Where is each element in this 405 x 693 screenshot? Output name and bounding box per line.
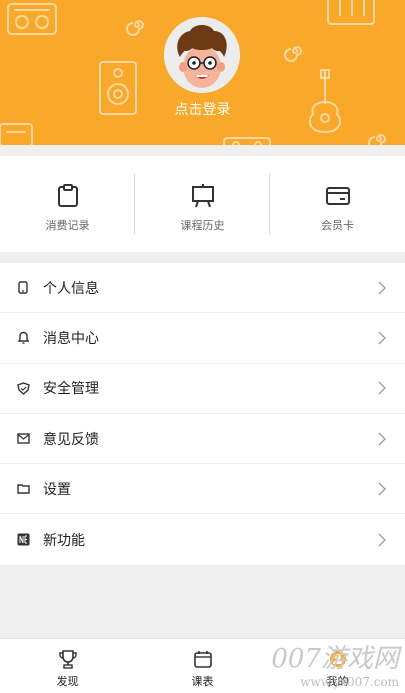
- login-prompt[interactable]: 点击登录: [0, 99, 405, 119]
- device-decoration-icon: [223, 137, 271, 145]
- calendar-icon: [193, 651, 212, 668]
- chevron-right-icon: [378, 482, 386, 496]
- watermark: 007游戏网 www.yx007.com: [271, 638, 399, 689]
- swirl-decoration-icon: [368, 134, 386, 145]
- keyboard-decoration-icon: [327, 0, 375, 25]
- tab-schedule[interactable]: 课表: [135, 639, 270, 693]
- menu-item-label: 设置: [43, 481, 71, 498]
- watermark-url: www.yx007.com: [300, 675, 399, 689]
- settings-menu: 个人信息 消息中心 安全管理 意见反馈 设置 新功能: [0, 263, 405, 565]
- quick-action-label: 会员卡: [321, 219, 354, 232]
- chevron-right-icon: [378, 432, 386, 445]
- quick-action-course-history[interactable]: 课程历史: [135, 156, 270, 252]
- quick-action-member-card[interactable]: 会员卡: [270, 156, 405, 252]
- menu-item-feedback[interactable]: 意见反馈: [0, 414, 405, 465]
- menu-item-label: 安全管理: [43, 381, 99, 398]
- menu-item-label: 消息中心: [43, 330, 99, 347]
- chevron-right-icon: [378, 381, 386, 395]
- easel-board-icon: [191, 184, 214, 208]
- menu-item-personal-info[interactable]: 个人信息: [0, 263, 405, 314]
- new-badge-icon: [16, 533, 30, 547]
- menu-item-new-features[interactable]: 新功能: [0, 514, 405, 564]
- chevron-right-icon: [378, 533, 386, 547]
- tab-discover[interactable]: 发现: [0, 639, 135, 693]
- menu-item-label: 意见反馈: [43, 431, 99, 448]
- menu-item-label: 个人信息: [43, 280, 99, 297]
- folder-icon: [16, 482, 30, 496]
- radio-decoration-icon: [7, 3, 57, 35]
- watermark-title: 007游戏网: [271, 644, 399, 674]
- menu-item-message-center[interactable]: 消息中心: [0, 313, 405, 364]
- menu-item-security[interactable]: 安全管理: [0, 364, 405, 414]
- card-icon: [325, 187, 350, 205]
- cartoon-avatar-icon: [164, 17, 240, 93]
- trophy-icon: [58, 650, 77, 669]
- quick-action-label: 课程历史: [180, 219, 225, 232]
- quick-action-label: 消费记录: [45, 219, 90, 232]
- chevron-right-icon: [378, 281, 386, 295]
- avatar[interactable]: [164, 17, 240, 93]
- profile-header: 点击登录: [0, 0, 405, 145]
- menu-item-label: 新功能: [43, 532, 85, 549]
- swirl-decoration-icon: [284, 46, 302, 62]
- quick-action-consumption-records[interactable]: 消费记录: [0, 156, 135, 252]
- phone-icon: [16, 281, 30, 295]
- bottom-tab-bar: 发现 课表 我的 007游戏网 www.yx007.com: [0, 638, 405, 693]
- tab-label: 发现: [56, 675, 79, 688]
- quick-actions-panel: 消费记录 课程历史 会员卡: [0, 156, 405, 252]
- swirl-decoration-icon: [126, 20, 144, 36]
- mail-icon: [16, 432, 30, 446]
- bell-icon: [16, 331, 30, 345]
- chevron-right-icon: [378, 331, 386, 345]
- menu-item-settings[interactable]: 设置: [0, 464, 405, 515]
- cassette-decoration-icon: [0, 123, 33, 145]
- clipboard-icon: [57, 184, 78, 207]
- shield-icon: [16, 381, 30, 395]
- tab-label: 课表: [191, 675, 214, 688]
